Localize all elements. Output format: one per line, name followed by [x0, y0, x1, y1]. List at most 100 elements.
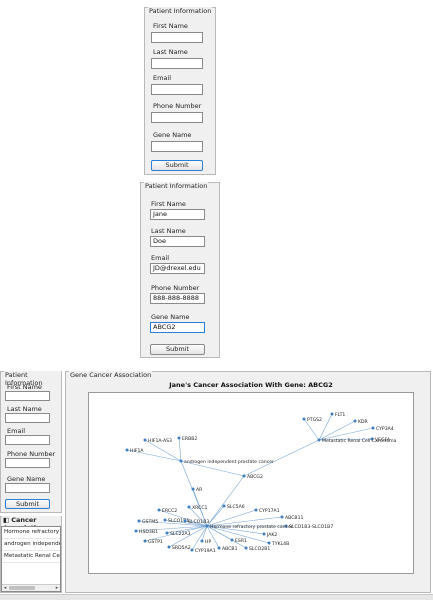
graph-node: [205, 524, 209, 528]
phone-field[interactable]: [151, 112, 203, 123]
gene-node-label: HIF1A: [130, 448, 144, 454]
phone-label: Phone Number: [153, 102, 202, 110]
graph-node: [177, 436, 181, 440]
first-name-field[interactable]: [151, 32, 203, 43]
email-field[interactable]: JD@drexel.edu: [150, 263, 205, 274]
scroll-thumb[interactable]: [9, 586, 35, 590]
first-name-label: First Name: [153, 22, 188, 30]
submit-button[interactable]: Submit: [150, 344, 205, 355]
gene-node-label: AR: [196, 487, 203, 493]
gene-node-label: GSTM5: [142, 519, 158, 525]
gene-node-label: ESR1: [235, 538, 247, 544]
cancer-node-label: Metastatic Renal Cell Carcinoma: [322, 438, 397, 444]
phone-label: Phone Number: [7, 450, 56, 458]
graph-node: [143, 539, 147, 543]
gene-node-label: ABCB1: [222, 546, 238, 552]
graph-edge: [243, 439, 320, 477]
gene-node-label: CYP19A1: [195, 548, 216, 554]
last-name-label: Last Name: [151, 227, 186, 235]
window-bottom-edge: [0, 594, 433, 600]
graph-edge: [318, 420, 356, 441]
graph-node: [302, 417, 306, 421]
cancer-node-label: androgen independent prostate cancer: [184, 459, 274, 465]
graph-node: [353, 419, 357, 423]
graph-edge: [206, 509, 257, 527]
graph-node: [190, 548, 194, 552]
gene-node-label: HIF1A-AS3: [148, 438, 172, 444]
graph-node: [267, 541, 271, 545]
first-name-field[interactable]: [5, 391, 50, 401]
panel-title: Patient Information: [148, 7, 213, 15]
graph-node: [330, 412, 334, 416]
gene-name-field[interactable]: [5, 483, 50, 493]
graph-node: [262, 532, 266, 536]
graph-node: [157, 508, 161, 512]
gene-name-label: Gene Name: [153, 131, 192, 139]
cancer-listbox[interactable]: Hormone refractory prostate cancer andro…: [1, 526, 61, 592]
gene-node-label: ABCB11: [285, 515, 303, 521]
gene-node-label: SRD5A2: [172, 545, 191, 551]
email-field[interactable]: [151, 84, 203, 95]
graph-node: [222, 504, 226, 508]
gene-node-label: ERCC2: [162, 508, 177, 514]
cancer-association-panel: ◧ Cancer Association Hormone refractory …: [0, 516, 62, 593]
graph-node: [183, 519, 187, 523]
phone-field[interactable]: 888-888-8888: [150, 293, 205, 304]
last-name-field[interactable]: Doe: [150, 236, 205, 247]
submit-button[interactable]: Submit: [151, 160, 203, 171]
last-name-field[interactable]: [5, 413, 50, 423]
graph-node: [143, 438, 147, 442]
patient-form-top: Patient Information First Name Last Name…: [144, 7, 216, 175]
graph-node: [230, 538, 234, 542]
gene-node-label: SLCO1B3: [188, 519, 209, 525]
list-item[interactable]: androgen independent prostate cancer: [2, 539, 60, 551]
email-label: Email: [151, 254, 170, 262]
graph-node: [167, 545, 171, 549]
horizontal-scrollbar[interactable]: ◂ ▸: [2, 584, 60, 591]
list-item[interactable]: Hormone refractory prostate cancer: [2, 527, 60, 539]
gene-name-field[interactable]: [151, 141, 203, 152]
submit-button[interactable]: Submit: [5, 499, 50, 509]
last-name-field[interactable]: [151, 58, 203, 69]
graph-node: [280, 515, 284, 519]
scroll-right-icon[interactable]: ▸: [54, 585, 60, 591]
gene-node-label: TYKL4B: [271, 541, 289, 547]
graph-edge: [206, 475, 245, 527]
patient-form-bottom: Patient Information First Name Last Name…: [0, 371, 62, 513]
graph-node: [191, 487, 195, 491]
gene-cancer-association-panel: Gene Cancer Association Jane's Cancer As…: [65, 371, 431, 593]
graph-node: [200, 539, 204, 543]
first-name-label: First Name: [7, 383, 42, 391]
panel-collapse-icon[interactable]: ◧: [3, 516, 9, 524]
email-label: Email: [7, 427, 26, 435]
graph-node: [217, 546, 221, 550]
gene-name-field[interactable]: ABCG2: [150, 322, 205, 333]
gene-node-label: JAK2: [266, 532, 277, 538]
gene-name-label: Gene Name: [151, 313, 190, 321]
panel-title: Patient Information: [144, 182, 209, 190]
phone-field[interactable]: [5, 458, 50, 468]
gene-node-label: SLCO1B3-SLCO1B7: [289, 524, 333, 530]
gene-network-graph: PTGS2FLT1KDRCYP3A4VEGFAHIF1A-AS3 ERBB2HIF…: [125, 412, 397, 554]
graph-node: [242, 474, 246, 478]
email-label: Email: [153, 74, 172, 82]
gene-name-label: Gene Name: [7, 475, 46, 483]
last-name-label: Last Name: [7, 405, 42, 413]
first-name-field[interactable]: Jane: [150, 209, 205, 220]
network-graph-axes: Jane's Cancer Association With Gene: ABC…: [88, 381, 414, 574]
gene-node-label: FLT1: [335, 412, 345, 418]
gene-node-label: ABCG2: [247, 474, 263, 480]
gene-node-label: SLCO2B1: [249, 546, 270, 552]
graph-node: [187, 505, 191, 509]
gene-node-label: HSD3B1: [139, 529, 158, 535]
email-field[interactable]: [5, 435, 50, 445]
last-name-label: Last Name: [153, 48, 188, 56]
graph-node: [163, 518, 167, 522]
list-item[interactable]: Metastatic Renal Cell Carcinoma: [2, 551, 60, 563]
gene-node-label: KDR: [358, 419, 369, 425]
scroll-left-icon[interactable]: ◂: [2, 585, 8, 591]
graph-edge: [191, 525, 208, 551]
graph-node: [137, 519, 141, 523]
gene-node-label: GSTP1: [148, 539, 163, 545]
gene-node-label: XRCC1: [192, 505, 208, 511]
